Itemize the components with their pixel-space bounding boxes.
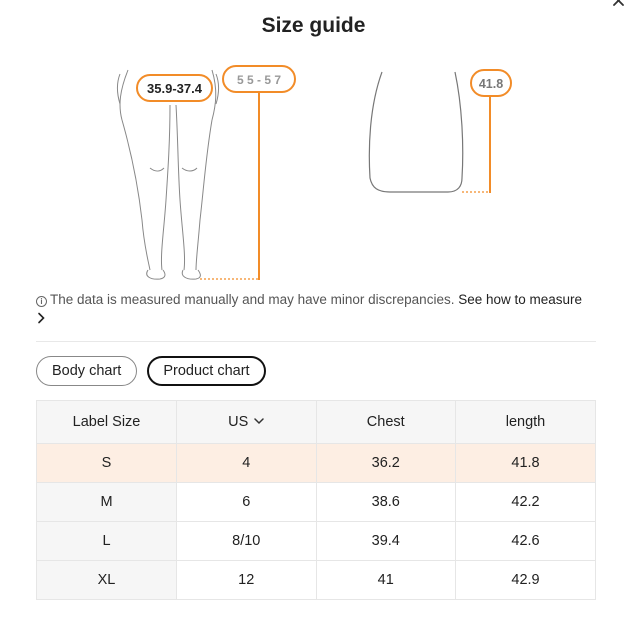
dress-figure-illustration [368, 71, 464, 193]
header-us-label: US [228, 413, 249, 430]
chevron-right-icon[interactable] [36, 312, 46, 324]
label-size-cell: XL [37, 559, 177, 599]
label-size-cell: S [37, 442, 177, 483]
us-cell: 12 [176, 559, 317, 599]
us-cell: 4 [176, 442, 317, 483]
header-label-size: Label Size [37, 401, 177, 444]
header-chest: Chest [315, 401, 456, 444]
size-guide-modal: Size guide 35.9-37.4 5 5 - 5 7 41.8 i Th… [0, 0, 627, 644]
table-row: XL 12 41 42.9 [37, 559, 595, 599]
table-row: L 8/10 39.4 42.6 [37, 520, 595, 561]
measurement-illustration: 35.9-37.4 5 5 - 5 7 41.8 [0, 60, 627, 290]
info-icon: i [36, 296, 47, 307]
length-cell: 42.6 [455, 520, 595, 561]
measurement-svg: 35.9-37.4 5 5 - 5 7 41.8 [116, 65, 512, 280]
label-size-cell: L [37, 520, 177, 561]
see-how-to-measure-link[interactable]: See how to measure [458, 292, 582, 307]
table-header-row: Label Size US Chest length [37, 401, 595, 444]
length-cell: 41.8 [455, 442, 595, 483]
us-cell: 6 [176, 481, 317, 522]
chest-cell: 36.2 [315, 442, 456, 483]
disclaimer-text: The data is measured manually and may ha… [50, 292, 455, 307]
length-cell: 42.9 [455, 559, 595, 599]
chevron-down-icon [254, 418, 265, 424]
tab-product-chart[interactable]: Product chart [147, 356, 266, 386]
us-cell: 8/10 [176, 520, 317, 561]
product-length-label: 41.8 [479, 77, 503, 91]
chest-cell: 38.6 [315, 481, 456, 522]
hip-measurement-callout: 35.9-37.4 [136, 74, 213, 102]
table-row: M 6 38.6 42.2 [37, 481, 595, 522]
disclaimer: i The data is measured manually and may h… [36, 290, 602, 324]
close-icon [613, 0, 624, 6]
chest-cell: 41 [315, 559, 456, 599]
header-length: length [455, 401, 595, 444]
modal-title: Size guide [261, 14, 366, 37]
hip-measurement-label: 35.9-37.4 [147, 81, 203, 96]
header-us-dropdown[interactable]: US [176, 401, 317, 444]
divider [36, 341, 596, 342]
body-length-callout: 5 5 - 5 7 [222, 65, 296, 93]
product-length-callout: 41.8 [470, 69, 512, 97]
chest-cell: 39.4 [315, 520, 456, 561]
close-button[interactable] [609, 0, 627, 12]
body-length-label: 5 5 - 5 7 [237, 73, 281, 87]
label-size-cell: M [37, 481, 177, 522]
tab-body-chart[interactable]: Body chart [36, 356, 138, 386]
table-row: S 4 36.2 41.8 [37, 442, 595, 483]
length-cell: 42.2 [455, 481, 595, 522]
chart-tabs: Body chart Product chart [36, 356, 266, 386]
size-table: Label Size US Chest length S 4 36.2 41.8… [36, 400, 596, 600]
